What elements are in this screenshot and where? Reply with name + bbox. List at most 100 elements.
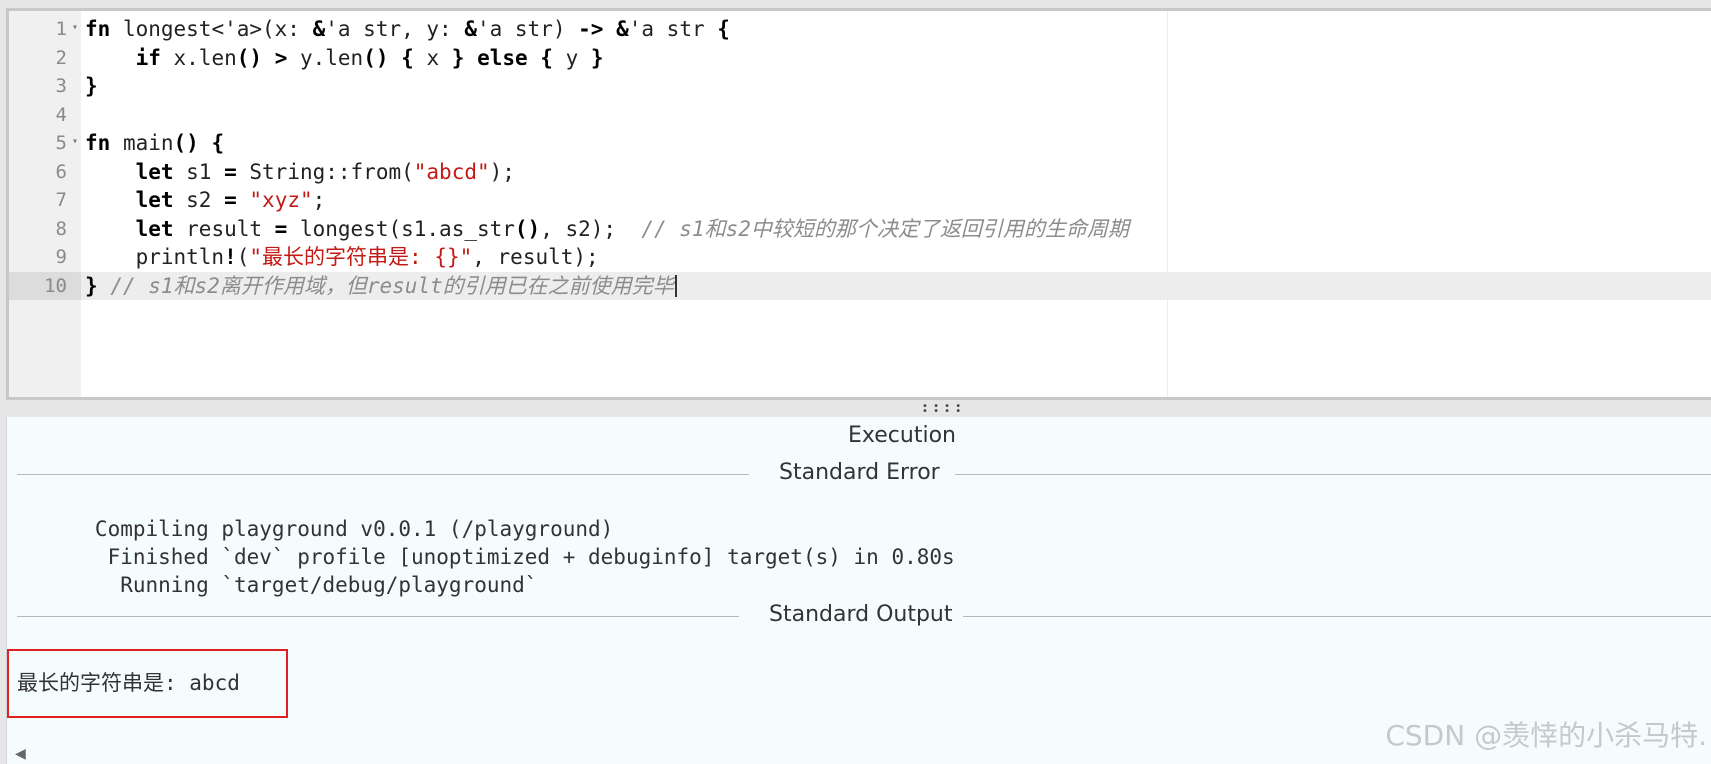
code-line[interactable]: 3} [9,72,1711,101]
keyword-token: () [363,45,389,70]
code-line[interactable]: 4 [9,101,1711,130]
string-token: "最长的字符串是: {}" [249,245,473,269]
scroll-left-icon[interactable]: ◀ [15,746,26,762]
code-token: , result); [472,245,599,269]
code-token: 'a str [628,17,718,41]
execution-title: Execution [848,423,956,448]
line-number: 10 [44,274,67,297]
code-token: , s2); [540,216,642,241]
keyword-token: let [135,159,174,184]
code-text[interactable]: let s2 = "xyz"; [85,188,326,212]
code-token: 'a str, y: [325,17,465,41]
keyword-token: let [135,188,174,212]
code-line[interactable]: 9 println!("最长的字符串是: {}", result); [9,243,1711,272]
code-token: x.len [160,45,237,70]
code-line[interactable]: 8 let result = longest(s1.as_str(), s2);… [9,215,1711,244]
code-line[interactable]: 2 if x.len() > y.len() { x } else { y } [9,44,1711,73]
keyword-token: fn [85,17,111,41]
keyword-token: fn [85,131,111,155]
keyword-token: -> [578,17,604,41]
string-token: "xyz" [249,188,313,212]
line-number: 9 [55,246,67,268]
code-text[interactable]: let result = longest(s1.as_str(), s2); /… [85,217,1129,241]
keyword-token: & [616,17,629,41]
keyword-token: } [451,45,465,70]
line-number-cell: 2 [9,44,81,73]
code-text[interactable]: fn longest<'a>(x: &'a str, y: &'a str) -… [85,17,730,41]
keyword-token: > [274,45,288,70]
code-text[interactable]: } [85,74,98,98]
line-number-cell: 4 [9,101,81,130]
keyword-token: ! [224,245,237,269]
code-lines[interactable]: 1 ▾ fn longest<'a>(x: &'a str, y: &'a str)… [9,15,1711,300]
keyword-token: } [85,74,98,98]
code-line[interactable]: 10 } // s1和s2离开作用域，但result的引用已在之前使用完毕 [9,271,1711,300]
code-token: longest<'a>(x: [110,17,313,41]
stderr-output: Compiling playground v0.0.1 (/playground… [94,517,955,597]
line-number: 5 [55,132,67,154]
code-text[interactable]: fn main() { [85,131,224,155]
line-number: 3 [55,75,67,97]
keyword-token: = [274,216,288,241]
stdout-header: Standard Output [17,600,1711,630]
stderr-header: Standard Error [17,458,1711,488]
line-number-cell: 3 [9,72,81,101]
drag-handle-icon[interactable]: • • • • • • • • [922,402,962,417]
pane-splitter[interactable]: • • • • • • • • [0,400,1711,417]
keyword-token: } [85,273,98,298]
divider [955,474,1711,475]
keyword-token: let [135,216,174,241]
fold-toggle-icon[interactable]: ▾ [72,23,78,33]
code-token: longest(s1.as_str [287,216,515,241]
code-token: main [110,131,174,155]
divider [17,474,749,475]
string-token: "abcd" [413,159,490,184]
code-token: x [413,45,452,70]
code-text[interactable]: println!("最长的字符串是: {}", result); [85,245,599,269]
code-text[interactable]: } // s1和s2离开作用域，但result的引用已在之前使用完毕 [85,274,677,298]
code-token: ); [489,159,515,184]
keyword-token: { [540,45,553,70]
divider [17,616,739,617]
code-token: 'a str) [476,17,579,41]
line-number-cell: 6 [9,158,81,187]
code-token: String::from( [236,159,414,184]
code-line[interactable]: 7 let s2 = "xyz"; [9,186,1711,215]
code-text[interactable]: if x.len() > y.len() { x } else { y } [85,46,604,70]
keyword-token: () [236,45,263,70]
keyword-token: } [590,45,604,70]
keyword-token: & [464,17,477,41]
keyword-token: () [514,216,541,241]
stdout-label: Standard Output [769,602,953,627]
line-number: 2 [55,46,67,69]
line-number-cell: 8 [9,215,81,244]
code-line[interactable]: 1 ▾ fn longest<'a>(x: &'a str, y: &'a str)… [9,15,1711,44]
code-token: y.len [287,45,364,70]
divider [963,616,1711,617]
fold-toggle-icon[interactable]: ▾ [72,137,78,147]
code-line[interactable]: 5 ▾ fn main() { [9,129,1711,158]
keyword-token: = [224,188,237,212]
line-number: 6 [55,160,67,183]
line-number-cell: 10 [9,271,81,300]
comment-token: // s1和s2中较短的那个决定了返回引用的生命周期 [641,216,1129,241]
text-cursor [674,274,677,297]
line-number: 4 [55,103,67,126]
stdout-output: 最长的字符串是: abcd [17,671,240,695]
code-editor[interactable]: 1 ▾ fn longest<'a>(x: &'a str, y: &'a str)… [6,8,1711,400]
code-line[interactable]: 6 let s1 = String::from("abcd"); [9,158,1711,187]
line-number-cell: 1 ▾ [9,15,81,44]
code-token: s2 [173,188,225,212]
code-text[interactable]: let s1 = String::from("abcd"); [85,160,515,184]
code-token: println [85,245,225,269]
code-token: s1 [173,159,225,184]
